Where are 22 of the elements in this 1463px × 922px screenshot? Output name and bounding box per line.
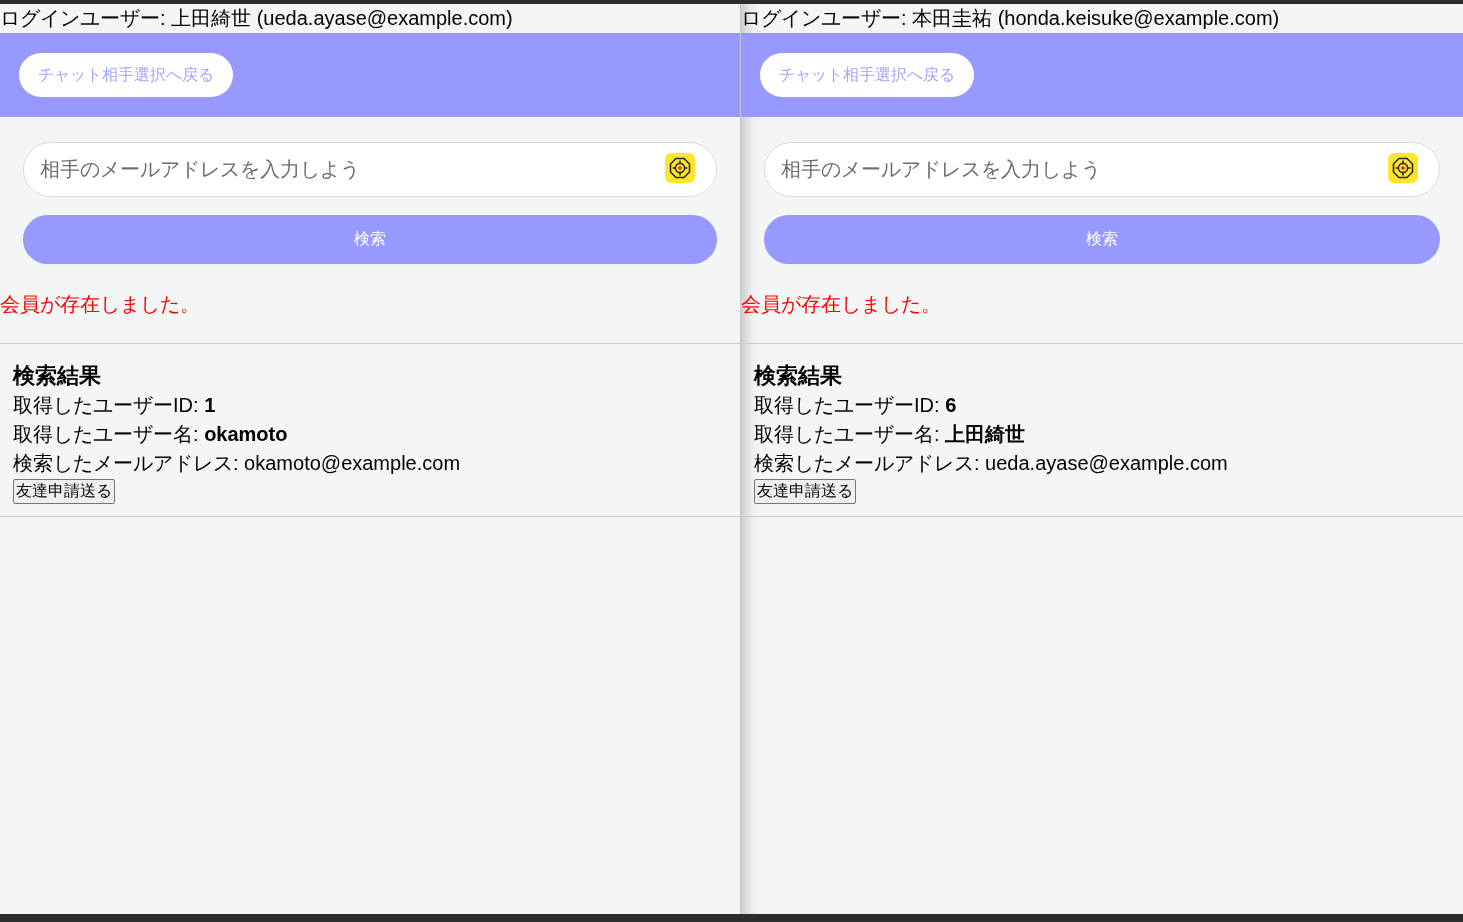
result-line: 取得したユーザー名: okamoto — [13, 422, 288, 447]
search-button[interactable]: 検索 — [23, 215, 717, 264]
search-button[interactable]: 検索 — [764, 215, 1440, 264]
email-input[interactable]: 相手のメールアドレスを入力しよう — [23, 142, 717, 197]
crosshair-icon[interactable] — [665, 153, 695, 183]
result-line: 検索したメールアドレス: okamoto@example.com — [13, 451, 461, 476]
back-button[interactable]: チャット相手選択へ戻る — [19, 53, 233, 97]
status-message: 会員が存在しました。 — [0, 292, 200, 317]
login-user-label: ログインユーザー: 上田綺世 (ueda.ayase@example.com) — [0, 6, 513, 31]
result-line: 取得したユーザー名: 上田綺世 — [754, 422, 1026, 447]
email-input[interactable]: 相手のメールアドレスを入力しよう — [764, 142, 1440, 197]
friend-request-button[interactable]: 友達申請送る — [13, 479, 115, 504]
friend-request-button[interactable]: 友達申請送る — [754, 479, 856, 504]
result-heading: 検索結果 — [754, 362, 842, 390]
result-line: 取得したユーザーID: 6 — [754, 393, 957, 418]
crosshair-icon[interactable] — [1388, 153, 1418, 183]
result-line: 取得したユーザーID: 1 — [13, 393, 216, 418]
login-user-label: ログインユーザー: 本田圭祐 (honda.keisuke@example.com) — [741, 6, 1280, 31]
back-button[interactable]: チャット相手選択へ戻る — [760, 53, 974, 97]
status-message: 会員が存在しました。 — [741, 292, 941, 317]
result-heading: 検索結果 — [13, 362, 101, 390]
result-line: 検索したメールアドレス: ueda.ayase@example.com — [754, 451, 1228, 476]
